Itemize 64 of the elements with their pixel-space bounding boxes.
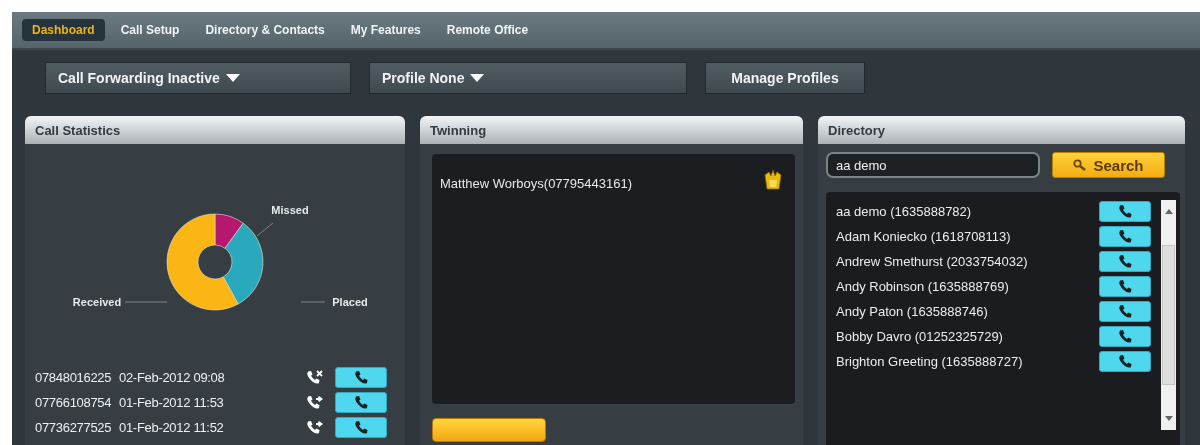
call-button[interactable] (1099, 300, 1151, 322)
scroll-up-icon (1164, 208, 1173, 214)
call-button[interactable] (335, 366, 387, 388)
nav-tab[interactable]: Remote Office (436, 19, 539, 41)
call-button[interactable] (1099, 325, 1151, 347)
contact-name: Bobby Davro (01252325729) (836, 328, 1003, 344)
call-button[interactable] (1099, 200, 1151, 222)
call-button[interactable] (1099, 225, 1151, 247)
search-field[interactable]: aa demo (826, 152, 1040, 178)
phone-icon (353, 394, 369, 410)
phone-number: 07766108754 (35, 394, 113, 410)
phone-icon (353, 369, 369, 385)
outgoing-call-icon (307, 394, 323, 410)
leader-line (124, 301, 168, 303)
panel-title: Directory (828, 122, 886, 138)
panel-title: Call Statistics (35, 122, 121, 138)
chart-label: Placed (332, 296, 368, 308)
call-button[interactable] (1099, 275, 1151, 297)
phone-number: 07736277525 (35, 419, 113, 435)
phone-icon (1117, 203, 1133, 219)
contact-name: Adam Koniecko (1618708113) (836, 228, 1011, 244)
call-time: 02-Feb-2012 09:08 (118, 369, 226, 385)
caret-icon (470, 74, 485, 82)
call-time: 01-Feb-2012 11:52 (118, 419, 225, 435)
phone-icon (353, 419, 369, 435)
chart-label: Missed (271, 204, 309, 216)
leader-line (300, 301, 326, 303)
contact-name: aa demo (1635888782) (836, 203, 972, 219)
scroll-thumb[interactable] (1162, 245, 1175, 385)
bucket-icon[interactable] (763, 168, 783, 191)
phone-icon (1117, 303, 1133, 319)
caret-icon (225, 74, 240, 82)
phone-number: 07848016225 (35, 369, 113, 385)
contact-name: Andrew Smethurst (2033754032) (836, 253, 1028, 269)
call-button[interactable] (1099, 350, 1151, 372)
nav-tab[interactable]: Call Setup (110, 19, 190, 41)
nav-tab[interactable]: Dashboard (22, 19, 105, 41)
outgoing-call-icon (307, 419, 323, 435)
search-icon (1073, 159, 1088, 171)
missed-call-icon (307, 369, 323, 385)
contact-name: Andy Paton (1635888746) (836, 303, 988, 319)
chart-label: Received (72, 296, 122, 308)
phone-icon (1117, 328, 1133, 344)
search-button[interactable]: Search (1052, 152, 1165, 178)
scrollbar[interactable] (1161, 200, 1176, 430)
phone-icon (1117, 228, 1133, 244)
call-time: 01-Feb-2012 11:53 (118, 394, 225, 410)
phone-icon (1117, 253, 1133, 269)
call-button[interactable] (1099, 250, 1151, 272)
leader-line (256, 222, 274, 237)
phone-icon (1117, 278, 1133, 294)
phone-icon (1117, 353, 1133, 369)
call-button[interactable] (335, 416, 387, 438)
toolbar-button[interactable]: Manage Profiles (705, 62, 865, 94)
scroll-down-icon (1164, 416, 1173, 422)
contact-name: Brighton Greeting (1635888727) (836, 353, 1023, 369)
panel-title: Twinning (430, 122, 487, 138)
dropdown-button[interactable]: Call Forwarding Inactive (45, 62, 351, 94)
nav-tab[interactable]: My Features (340, 19, 431, 41)
nav-tab[interactable]: Directory & Contacts (195, 19, 335, 41)
contact-name: Andy Robinson (1635888769) (836, 278, 1009, 294)
twinning-entry: Matthew Worboys(07795443161) (440, 176, 632, 191)
call-button[interactable] (335, 391, 387, 413)
dropdown-button[interactable]: Profile None (369, 62, 687, 94)
